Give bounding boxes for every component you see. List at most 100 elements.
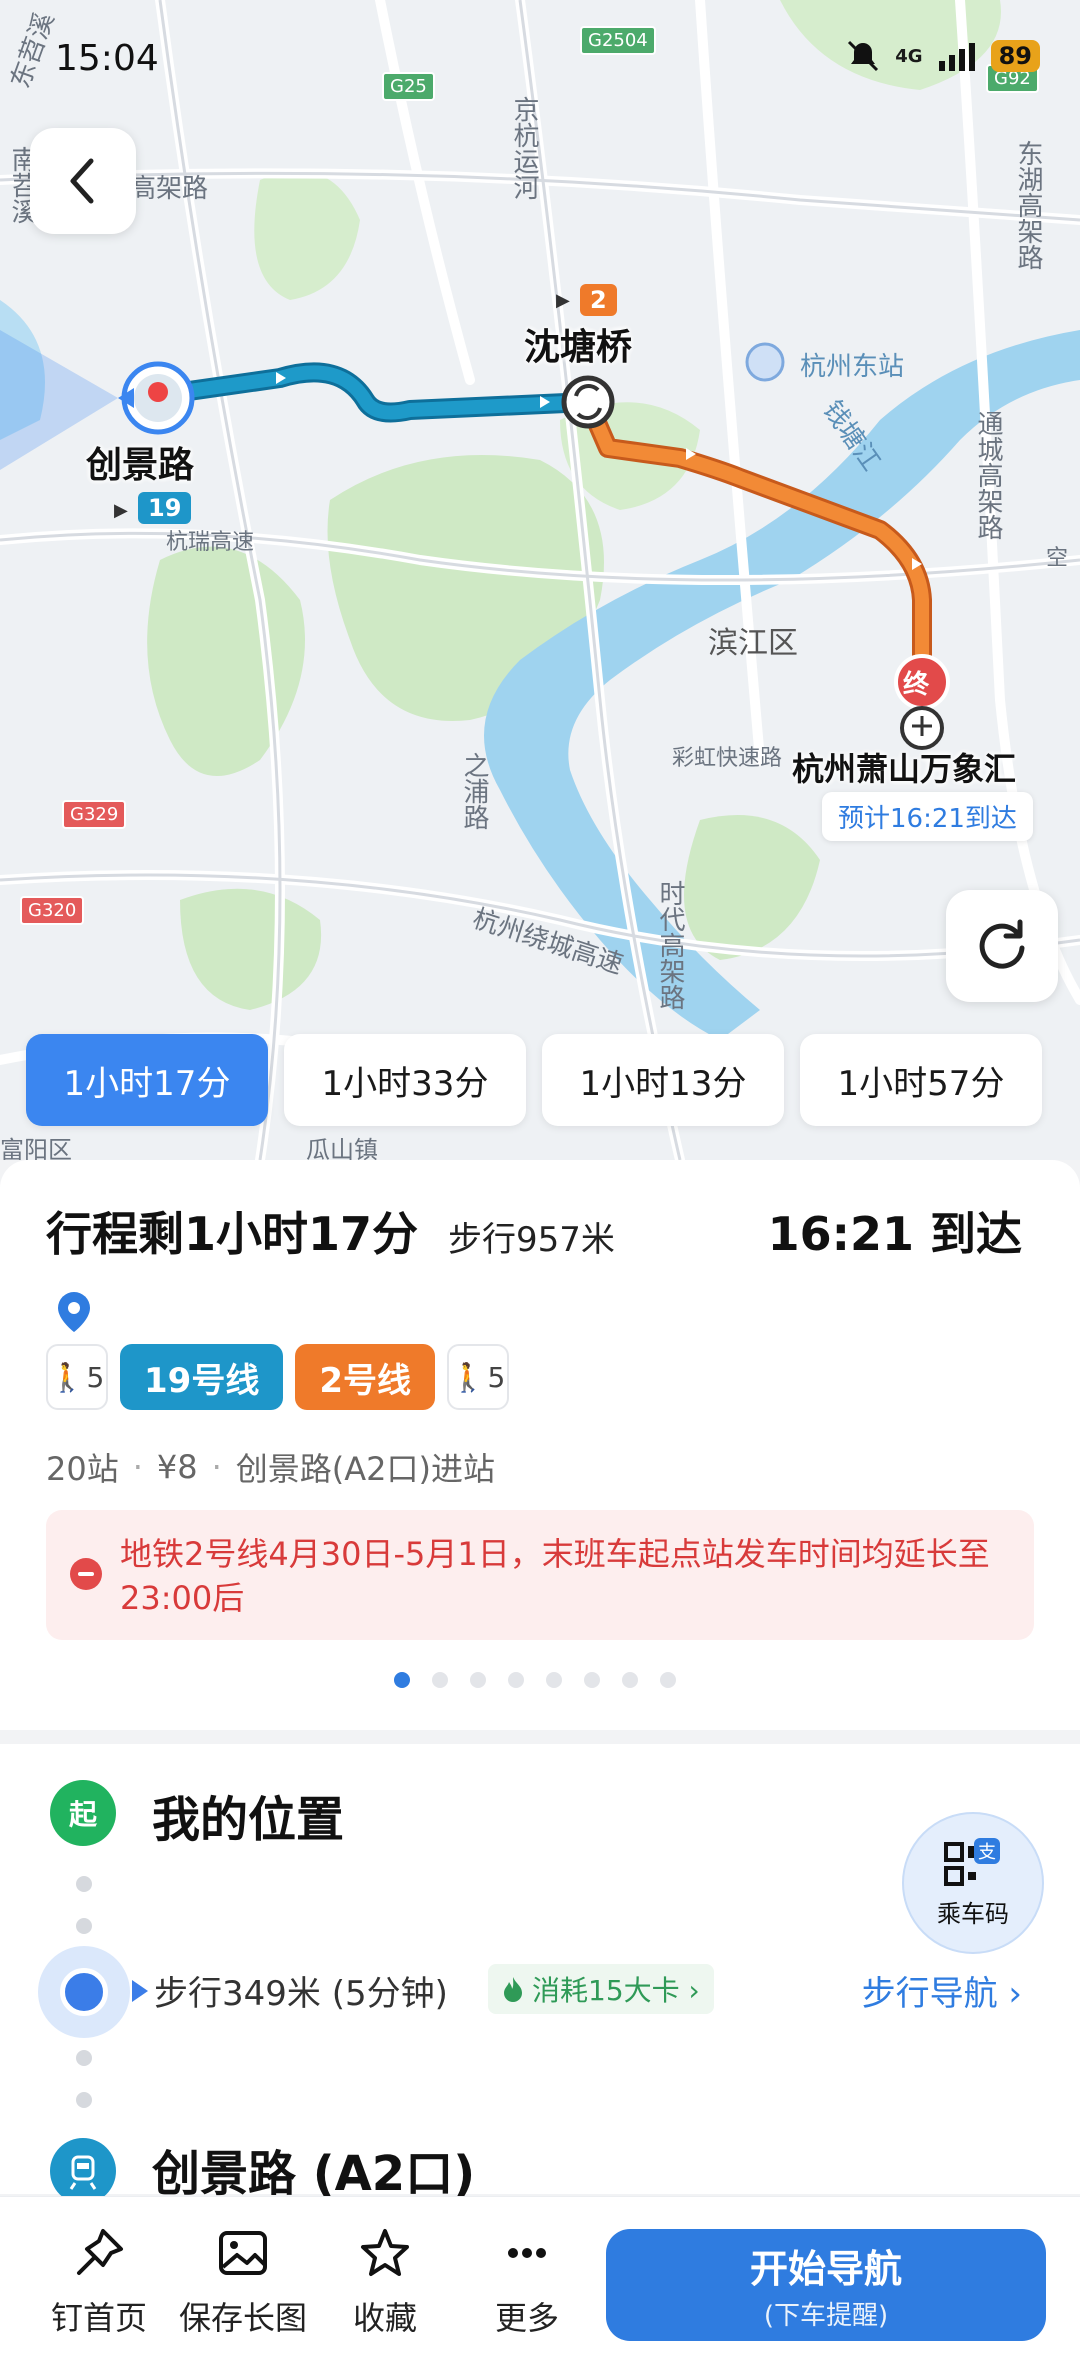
walk-icon: 🚶 xyxy=(49,1360,85,1394)
route-steps: 起 我的位置 步行349米 (5分钟) 消耗15大卡 › 步行导航 › 支 乘车… xyxy=(0,1744,1080,2204)
trip-meta: 20站 · ¥8 · 创景路(A2口)进站 xyxy=(46,1444,495,1490)
pager-dot xyxy=(508,1672,524,1688)
map-end-station[interactable]: 杭州萧山万象汇 xyxy=(792,744,1016,790)
path-dot xyxy=(76,1918,92,1934)
map-label-hangrui: 杭瑞高速 xyxy=(166,530,255,555)
separator: · xyxy=(132,1448,143,1486)
pager-dot xyxy=(584,1672,600,1688)
pin-to-home-button[interactable]: 钉首页 xyxy=(34,2227,164,2339)
walk-navigation-link[interactable]: 步行导航 › xyxy=(862,1966,1022,2015)
map-label-dongxi: 东湖高架路 xyxy=(1013,140,1043,270)
pager-dot xyxy=(622,1672,638,1688)
battery-level: 89 xyxy=(990,40,1040,72)
end-marker: 终 xyxy=(903,670,930,700)
pager-dot xyxy=(546,1672,562,1688)
image-icon xyxy=(219,2231,267,2275)
pin-icon xyxy=(77,2229,123,2275)
direction-arrow-icon xyxy=(132,1980,148,2002)
map-label-binjiang: 滨江区 xyxy=(708,626,798,661)
map-start-station[interactable]: 创景路 xyxy=(86,436,194,488)
play-icon: ▶ xyxy=(556,290,570,311)
path-dot xyxy=(76,2092,92,2108)
start-navigation-button[interactable]: 开始导航 (下车提醒) xyxy=(606,2229,1046,2341)
refresh-button[interactable] xyxy=(946,890,1058,1002)
map-label-tongcheng: 通城高架路 xyxy=(973,410,1003,540)
bottom-action-bar: 钉首页 保存长图 收藏 更多 开始导航 (下车提醒) xyxy=(0,2196,1080,2376)
metro-station-icon xyxy=(50,2138,116,2204)
favorite-button[interactable]: 收藏 xyxy=(320,2227,450,2339)
qr-code-icon: 支 xyxy=(944,1837,1000,1886)
play-icon: ▶ xyxy=(114,500,128,521)
segment-walk-end: 🚶 5 xyxy=(447,1344,509,1410)
minus-circle-icon xyxy=(70,1558,102,1590)
pager-dot xyxy=(470,1672,486,1688)
highway-shield-g329: G329 xyxy=(62,800,127,829)
map-label-caihong: 彩虹快速路 xyxy=(672,746,783,771)
separator: · xyxy=(211,1448,222,1486)
map-label-jinghang: 京杭运河 xyxy=(509,96,539,200)
map-line19-badge: 19 xyxy=(138,492,192,524)
more-button[interactable]: 更多 xyxy=(462,2227,592,2339)
start-location: 我的位置 xyxy=(152,1792,345,1848)
route-tab-1[interactable]: 1小时17分 xyxy=(26,1034,268,1126)
map-label-bottom-left: 富阳区 xyxy=(0,1136,72,1160)
pager-dot xyxy=(432,1672,448,1688)
map-transfer-station[interactable]: 沈塘桥 xyxy=(524,318,632,370)
map-label-kong: 空 xyxy=(1046,546,1069,571)
walk-icon: 🚶 xyxy=(450,1360,486,1394)
trip-remaining: 行程剩1小时17分 xyxy=(46,1207,419,1261)
map-label-gaoke: 高架路 xyxy=(130,174,209,204)
route-tabs: 1小时17分 1小时33分 1小时13分 1小时57分 xyxy=(26,1034,1042,1126)
segment-line19[interactable]: 19号线 xyxy=(120,1344,284,1410)
route-segments: 🚶 5 19号线 2号线 🚶 5 xyxy=(46,1344,509,1410)
map-label-guashan: 瓜山镇 xyxy=(306,1136,378,1160)
mute-bell-icon xyxy=(848,40,879,72)
map-eta-tag: 预计16:21到达 xyxy=(822,792,1033,841)
notice-text: 地铁2号线4月30日-5月1日，末班车起点站发车时间均延长至23:00后 xyxy=(120,1535,990,1617)
arrival-time: 16:21 到达 xyxy=(767,1207,1022,1261)
ride-code-button[interactable]: 支 乘车码 xyxy=(902,1812,1044,1954)
svg-text:支: 支 xyxy=(978,1842,996,1863)
status-bar: 15:04 4G 89 xyxy=(0,0,1080,110)
map-view[interactable]: 东苕溪 南苕溪 高架路 京杭运河 杭州东站 钱塘江 东湖高架路 通城高架路 滨江… xyxy=(0,0,1080,1160)
refresh-icon xyxy=(979,919,1025,969)
location-pin-icon xyxy=(58,1292,90,1332)
service-notice[interactable]: 地铁2号线4月30日-5月1日，末班车起点站发车时间均延长至23:00后 xyxy=(46,1510,1034,1640)
route-tab-2[interactable]: 1小时33分 xyxy=(284,1034,526,1126)
map-label-shidai: 时代高架路 xyxy=(655,880,685,1010)
map-label-hz-east: 杭州东站 xyxy=(800,352,905,382)
flame-icon xyxy=(504,1977,522,2002)
network-type: 4G xyxy=(895,45,923,67)
segment-line2[interactable]: 2号线 xyxy=(295,1344,435,1410)
fare: ¥8 xyxy=(156,1448,198,1486)
station-name: 创景路 (A2口) xyxy=(152,2146,476,2202)
status-time: 15:04 xyxy=(55,38,159,79)
map-label-zhipu: 之浦路 xyxy=(459,752,489,830)
calorie-tag[interactable]: 消耗15大卡 › xyxy=(488,1964,714,2014)
walk-distance: 步行957米 xyxy=(448,1220,615,1260)
stop-count: 20站 xyxy=(46,1450,119,1488)
save-long-image-button[interactable]: 保存长图 xyxy=(178,2227,308,2339)
more-dots-icon xyxy=(508,2248,546,2258)
star-icon xyxy=(361,2229,409,2276)
my-location-marker xyxy=(38,1946,130,2038)
pager-dot xyxy=(660,1672,676,1688)
map-line2-badge: 2 xyxy=(580,284,617,316)
status-icons: 4G 89 xyxy=(845,38,1040,74)
start-badge: 起 xyxy=(50,1780,116,1846)
back-button[interactable] xyxy=(30,128,136,234)
route-summary-card: 行程剩1小时17分 步行957米 16:21 到达 🚶 5 19号线 2号线 🚶… xyxy=(0,1160,1080,1730)
path-dot xyxy=(76,1876,92,1892)
route-tab-4[interactable]: 1小时57分 xyxy=(800,1034,1042,1126)
chevron-left-icon xyxy=(70,158,94,204)
walk-step: 步行349米 (5分钟) xyxy=(154,1974,448,2014)
route-pager xyxy=(394,1672,676,1688)
segment-walk-start: 🚶 5 xyxy=(46,1344,108,1410)
route-tab-3[interactable]: 1小时13分 xyxy=(542,1034,784,1126)
pager-dot xyxy=(394,1672,410,1688)
path-dot xyxy=(76,2050,92,2066)
ride-code-label: 乘车码 xyxy=(937,1899,1009,1928)
signal-icon xyxy=(938,43,975,71)
highway-shield-g320: G320 xyxy=(20,896,85,925)
entrance: 创景路(A2口)进站 xyxy=(235,1450,496,1488)
